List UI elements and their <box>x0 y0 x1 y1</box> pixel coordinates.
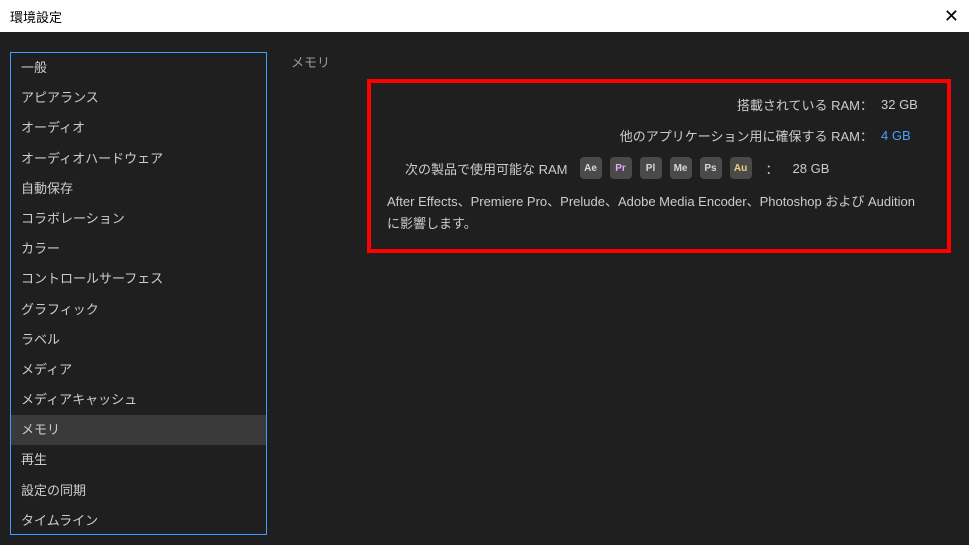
photoshop-icon: Ps <box>700 157 722 179</box>
installed-ram-label: 搭載されている RAM： <box>737 95 873 114</box>
installed-ram-value: 32 GB <box>881 97 931 112</box>
sidebar-item-color[interactable]: カラー <box>11 234 266 264</box>
sidebar-item-audio[interactable]: オーディオ <box>11 113 266 143</box>
close-icon[interactable]: ✕ <box>929 6 959 27</box>
available-ram-label: 次の製品で使用可能な RAM <box>405 159 568 178</box>
available-ram-colon: ： <box>766 159 779 178</box>
sidebar-item-memory[interactable]: メモリ <box>11 415 266 445</box>
memory-settings-box: 搭載されている RAM： 32 GB 他のアプリケーション用に確保する RAM：… <box>367 79 951 253</box>
section-label-memory: メモリ <box>291 52 959 71</box>
main-panel: メモリ 搭載されている RAM： 32 GB 他のアプリケーション用に確保する … <box>287 52 959 535</box>
sidebar-item-playback[interactable]: 再生 <box>11 445 266 475</box>
sidebar-item-graphics[interactable]: グラフィック <box>11 295 266 325</box>
available-ram-value: 28 GB <box>793 161 843 176</box>
sidebar-item-media[interactable]: メディア <box>11 355 266 385</box>
sidebar-item-labels[interactable]: ラベル <box>11 325 266 355</box>
sidebar-item-collaboration[interactable]: コラボレーション <box>11 204 266 234</box>
sidebar-item-autosave[interactable]: 自動保存 <box>11 174 266 204</box>
sidebar-item-audio-hardware[interactable]: オーディオハードウェア <box>11 144 266 174</box>
sidebar: 一般 アピアランス オーディオ オーディオハードウェア 自動保存 コラボレーショ… <box>10 52 267 535</box>
prelude-icon: Pl <box>640 157 662 179</box>
row-available-ram: 次の製品で使用可能な RAM Ae Pr Pl Me Ps Au ： 28 GB <box>387 157 931 179</box>
sidebar-item-control-surfaces[interactable]: コントロールサーフェス <box>11 264 266 294</box>
media-encoder-icon: Me <box>670 157 692 179</box>
sidebar-item-general[interactable]: 一般 <box>11 53 266 83</box>
reserved-ram-value[interactable]: 4 GB <box>881 128 931 143</box>
premiere-pro-icon: Pr <box>610 157 632 179</box>
sidebar-item-timeline[interactable]: タイムライン <box>11 506 266 535</box>
content-area: 一般 アピアランス オーディオ オーディオハードウェア 自動保存 コラボレーショ… <box>0 32 969 545</box>
row-installed-ram: 搭載されている RAM： 32 GB <box>387 95 931 114</box>
sidebar-item-appearance[interactable]: アピアランス <box>11 83 266 113</box>
after-effects-icon: Ae <box>580 157 602 179</box>
memory-description: After Effects、Premiere Pro、Prelude、Adobe… <box>387 191 931 235</box>
app-icons: Ae Pr Pl Me Ps Au <box>580 157 752 179</box>
sidebar-item-sync-settings[interactable]: 設定の同期 <box>11 476 266 506</box>
window-title: 環境設定 <box>10 7 62 26</box>
reserved-ram-label: 他のアプリケーション用に確保する RAM： <box>620 126 873 145</box>
audition-icon: Au <box>730 157 752 179</box>
row-reserved-ram: 他のアプリケーション用に確保する RAM： 4 GB <box>387 126 931 145</box>
titlebar: 環境設定 ✕ <box>0 0 969 32</box>
sidebar-item-media-cache[interactable]: メディアキャッシュ <box>11 385 266 415</box>
